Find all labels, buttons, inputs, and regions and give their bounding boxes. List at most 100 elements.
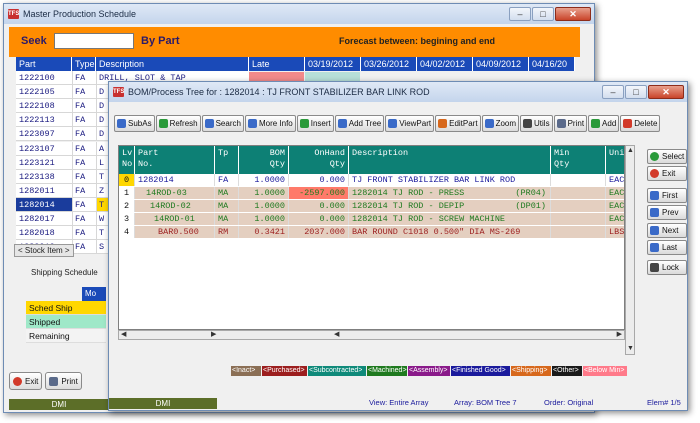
grid-cell-onhand[interactable]: 0.000 <box>289 213 349 225</box>
grid-vertical-scrollbar[interactable]: ▲ ▼ <box>625 145 635 355</box>
part-cell[interactable]: 1223138 <box>16 169 72 184</box>
grid-cell-desc[interactable]: TJ FRONT STABILIZER BAR LINK ROD <box>349 174 551 186</box>
side-next-button[interactable]: Next <box>647 223 687 238</box>
col-header-date-5[interactable]: 04/16/20 <box>529 57 575 71</box>
type-cell[interactable]: FA <box>72 155 96 170</box>
toolbar-add-button[interactable]: Add <box>588 115 620 132</box>
minimize-button[interactable]: – <box>602 85 624 99</box>
seek-input[interactable] <box>54 33 134 49</box>
grid-cell-min[interactable] <box>551 200 606 212</box>
grid-cell-part[interactable]: 14ROD-01 <box>135 213 215 225</box>
grid-cell-unit[interactable]: EACH <box>606 187 624 199</box>
grid-cell-tp[interactable]: MA <box>215 187 239 199</box>
maximize-button[interactable]: □ <box>625 85 647 99</box>
toolbar-viewpart-button[interactable]: ViewPart <box>385 115 435 132</box>
part-cell[interactable]: 1223121 <box>16 155 72 170</box>
grid-cell-lv[interactable]: 3 <box>119 213 135 225</box>
grid-cell-lv[interactable]: 2 <box>119 200 135 212</box>
toolbar-search-button[interactable]: Search <box>201 115 244 132</box>
stock-item-tab[interactable]: < Stock Item > <box>14 244 74 257</box>
toolbar-subas-button[interactable]: SubAs <box>114 115 155 132</box>
col-header-date-3[interactable]: 04/02/2012 <box>417 57 473 71</box>
type-cell[interactable]: FA <box>72 71 96 85</box>
col-header-date-2[interactable]: 03/26/2012 <box>361 57 417 71</box>
grid-cell-desc[interactable]: 1282014 TJ ROD - SCREW MACHINE <box>349 213 551 225</box>
part-cell[interactable]: 1282018 <box>16 226 72 241</box>
col-header-description[interactable]: Description <box>349 146 551 174</box>
grid-cell-unit[interactable]: EACH <box>606 174 624 186</box>
col-header-lv[interactable]: Lv No <box>119 146 135 174</box>
col-header-part[interactable]: Part No. <box>135 146 215 174</box>
col-header-onhand-qty[interactable]: OnHand Qty <box>289 146 349 174</box>
grid-cell-min[interactable] <box>551 213 606 225</box>
grid-cell-desc[interactable]: 1282014 TJ ROD - PRESS (PR04) <box>349 187 551 199</box>
part-cell[interactable]: 1222105 <box>16 85 72 100</box>
main-print-button[interactable]: Print <box>45 372 82 390</box>
part-cell[interactable]: 1222100 <box>16 71 72 85</box>
grid-cell-lv[interactable]: 1 <box>119 187 135 199</box>
part-cell[interactable]: 1222108 <box>16 99 72 114</box>
grid-cell-min[interactable] <box>551 226 606 238</box>
type-cell[interactable]: FA <box>72 169 96 184</box>
toolbar-editpart-button[interactable]: EditPart <box>435 115 481 132</box>
close-button[interactable]: ✕ <box>648 85 684 99</box>
col-header-min-qty[interactable]: Min Qty <box>551 146 606 174</box>
part-cell[interactable]: 1282017 <box>16 212 72 226</box>
grid-cell-onhand[interactable]: 2037.000 <box>289 226 349 238</box>
maximize-button[interactable]: □ <box>532 7 554 21</box>
grid-cell-min[interactable] <box>551 187 606 199</box>
grid-cell-part[interactable]: 14ROD-03 <box>135 187 215 199</box>
grid-cell-bom[interactable]: 1.0000 <box>239 200 289 212</box>
grid-cell-onhand[interactable]: -2597.000 <box>289 187 349 199</box>
type-cell[interactable]: FA <box>72 240 96 255</box>
grid-cell-unit[interactable]: EACH <box>606 200 624 212</box>
grid-cell-part[interactable]: BAR0.500 <box>135 226 215 238</box>
side-exit-button[interactable]: Exit <box>647 166 687 181</box>
grid-cell-bom[interactable]: 1.0000 <box>239 174 289 186</box>
type-cell[interactable]: FA <box>72 141 96 156</box>
grid-cell-unit[interactable]: EACH <box>606 213 624 225</box>
col-header-unit[interactable]: Unit <box>606 146 624 174</box>
minimize-button[interactable]: – <box>509 7 531 21</box>
type-cell[interactable]: FA <box>72 183 96 198</box>
col-header-tp[interactable]: Tp <box>215 146 239 174</box>
type-cell[interactable]: FA <box>72 113 96 128</box>
grid-cell-lv[interactable]: 4 <box>119 226 135 238</box>
grid-cell-onhand[interactable]: 0.000 <box>289 174 349 186</box>
grid-cell-desc[interactable]: 1282014 TJ ROD - DEPIP (DP01) <box>349 200 551 212</box>
toolbar-utils-button[interactable]: Utils <box>520 115 553 132</box>
grid-cell-lv[interactable]: 0 <box>119 174 135 186</box>
part-cell[interactable]: 1282014 <box>16 197 72 212</box>
toolbar-more-info-button[interactable]: More Info <box>244 115 296 132</box>
toolbar-add-tree-button[interactable]: Add Tree <box>334 115 385 132</box>
col-header-late[interactable]: Late <box>249 57 305 71</box>
grid-cell-bom[interactable]: 1.0000 <box>239 187 289 199</box>
part-cell[interactable]: 1223097 <box>16 127 72 142</box>
col-header-description[interactable]: Description <box>96 57 249 71</box>
type-cell[interactable]: FA <box>72 197 96 212</box>
col-header-part[interactable]: Part <box>16 57 72 71</box>
toolbar-delete-button[interactable]: Delete <box>620 115 661 132</box>
part-cell[interactable]: 1282011 <box>16 183 72 198</box>
grid-cell-bom[interactable]: 1.0000 <box>239 213 289 225</box>
col-header-bom-qty[interactable]: BOM Qty <box>239 146 289 174</box>
col-header-date-1[interactable]: 03/19/2012 <box>305 57 361 71</box>
grid-cell-bom[interactable]: 0.3421 <box>239 226 289 238</box>
toolbar-zoom-button[interactable]: Zoom <box>481 115 520 132</box>
grid-cell-part[interactable]: 14ROD-02 <box>135 200 215 212</box>
type-cell[interactable]: FA <box>72 226 96 241</box>
grid-cell-unit[interactable]: LBS <box>606 226 624 238</box>
close-button[interactable]: ✕ <box>555 7 591 21</box>
side-first-button[interactable]: First <box>647 188 687 203</box>
grid-cell-min[interactable] <box>551 174 606 186</box>
side-lock-button[interactable]: Lock <box>647 260 687 275</box>
grid-cell-part[interactable]: 1282014 <box>135 174 215 186</box>
part-cell[interactable]: 1222113 <box>16 113 72 128</box>
grid-cell-onhand[interactable]: 0.000 <box>289 200 349 212</box>
type-cell[interactable]: FA <box>72 99 96 114</box>
grid-cell-tp[interactable]: RM <box>215 226 239 238</box>
toolbar-refresh-button[interactable]: Refresh <box>155 115 201 132</box>
type-cell[interactable]: FA <box>72 127 96 142</box>
grid-cell-tp[interactable]: MA <box>215 200 239 212</box>
col-header-type[interactable]: Type <box>72 57 96 71</box>
